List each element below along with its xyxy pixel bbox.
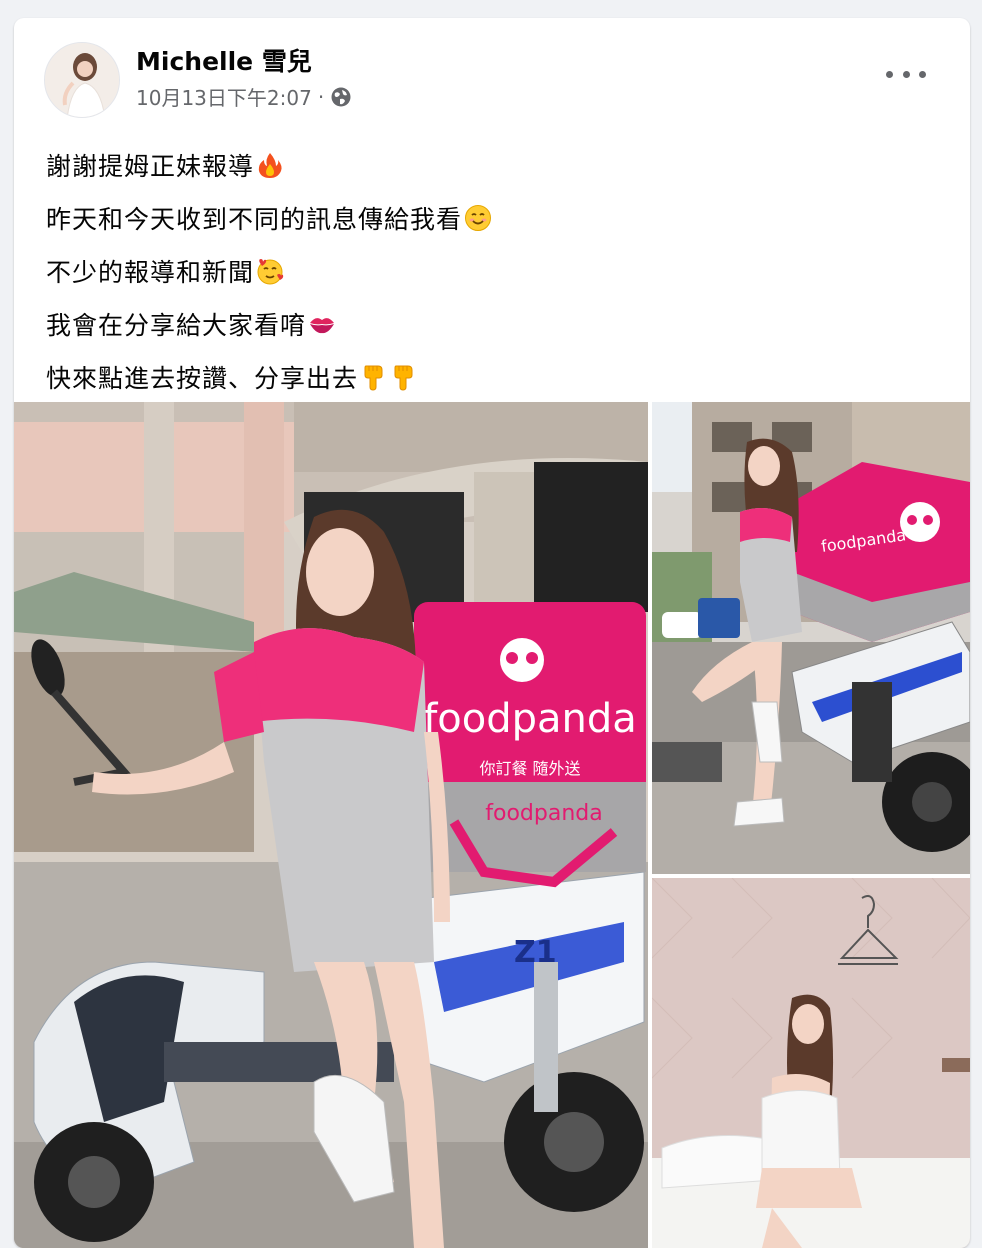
- post-line-text: 我會在分享給大家看唷: [46, 310, 307, 340]
- more-options-button[interactable]: [886, 66, 926, 82]
- photo-grid: Z1 foodpanda 你訂餐 隨外送 foodpanda foodpanda: [14, 402, 970, 1248]
- post-timestamp[interactable]: 10月13日下午2:07: [136, 82, 312, 111]
- post-text: 謝謝提姆正妹報導 昨天和今天收到不同的訊息傳給我看 不少的報導和新聞 我會在分享…: [46, 138, 926, 403]
- box-slogan-text: 你訂餐 隨外送: [479, 759, 580, 778]
- post-header: Michelle 雪兒 10月13日下午2:07 ·: [14, 18, 970, 118]
- kiss-mark-icon: [310, 317, 335, 333]
- post-line-text: 謝謝提姆正妹報導: [46, 151, 255, 181]
- more-dots-icon: [886, 70, 893, 78]
- photo-top-right[interactable]: foodpanda: [652, 402, 970, 874]
- post-card: Michelle 雪兒 10月13日下午2:07 · 謝謝提姆正妹報導 昨天和今…: [14, 18, 970, 1248]
- photo-main[interactable]: Z1 foodpanda 你訂餐 隨外送 foodpanda: [14, 402, 648, 1248]
- author-avatar[interactable]: [44, 42, 120, 118]
- photo-bottom-right[interactable]: [652, 878, 970, 1248]
- fire-emoji-icon: [258, 152, 282, 178]
- post-line: 謝謝提姆正妹報導: [46, 138, 926, 191]
- meta-separator: ·: [317, 84, 325, 109]
- smiling-face-icon: [465, 204, 492, 231]
- pointing-down-icon: [394, 365, 413, 391]
- post-meta: 10月13日下午2:07 ·: [136, 82, 352, 111]
- post-line: 快來點進去按讚、分享出去: [46, 350, 926, 403]
- post-line: 不少的報導和新聞: [46, 244, 926, 297]
- post-line-text: 不少的報導和新聞: [46, 257, 255, 287]
- globe-icon[interactable]: [330, 86, 352, 108]
- box-brand-small-text: foodpanda: [485, 801, 602, 826]
- author-name[interactable]: Michelle 雪兒: [136, 42, 312, 78]
- smiling-face-with-hearts-icon: [257, 258, 284, 284]
- box-brand-text: foodpanda: [423, 696, 637, 742]
- post-line: 我會在分享給大家看唷: [46, 297, 926, 350]
- post-line-text: 昨天和今天收到不同的訊息傳給我看: [46, 204, 463, 234]
- post-line-text: 快來點進去按讚、分享出去: [46, 363, 359, 393]
- pointing-down-icon: [364, 365, 383, 391]
- post-line: 昨天和今天收到不同的訊息傳給我看: [46, 191, 926, 244]
